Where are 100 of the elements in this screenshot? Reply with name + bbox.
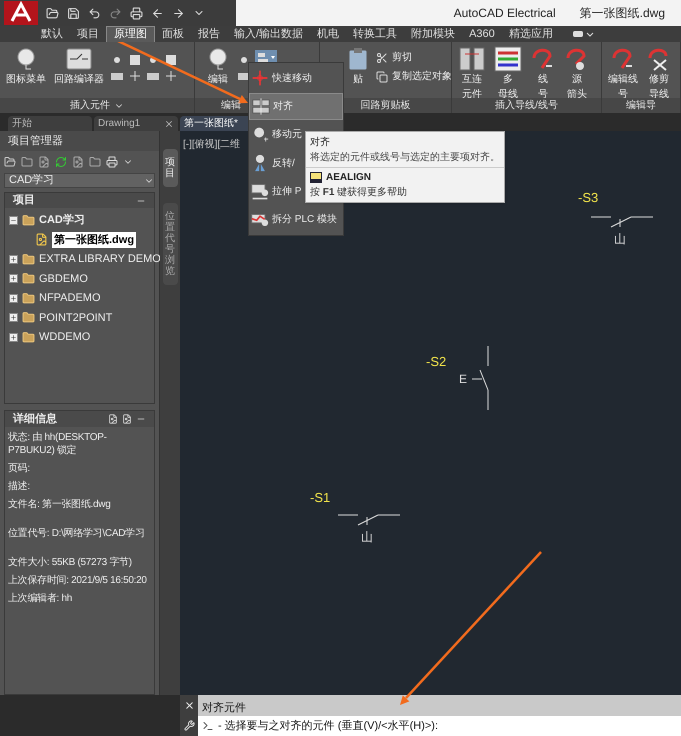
ribbon-tab[interactable]: 原理图	[106, 26, 155, 42]
tooltip-title: 对齐	[310, 136, 331, 149]
small-tool-icon[interactable]	[164, 54, 178, 66]
folder-icon	[22, 311, 35, 324]
drawing-file-icon	[35, 233, 48, 246]
menu-item[interactable]: 对齐	[249, 93, 343, 120]
tree-item[interactable]: WDDEMO	[39, 329, 90, 346]
align-icon	[252, 98, 270, 116]
close-icon[interactable]	[184, 700, 194, 711]
copy-icon	[376, 70, 388, 82]
print-icon[interactable]	[106, 156, 118, 168]
panel-title: 回路剪贴板	[360, 98, 410, 113]
component-tag: -S3	[578, 188, 598, 208]
detail-text: 状态: 由 hh(DESKTOP-P7BUKU2) 锁定	[8, 431, 108, 457]
ribbon-tab[interactable]: 附加模块	[404, 26, 462, 42]
terminals-icon	[458, 46, 486, 72]
tree-item[interactable]: CAD学习	[39, 212, 85, 228]
small-tool-icon[interactable]	[146, 70, 160, 82]
tree-item[interactable]: NFPADEMO	[39, 290, 101, 306]
project-select[interactable]: CAD学习	[4, 173, 155, 188]
ribbon-tab[interactable]: 默认	[34, 26, 70, 42]
refresh-icon[interactable]	[55, 156, 67, 168]
document-name: 第一张图纸.dwg	[580, 5, 665, 22]
ribbon-button[interactable]: 互连 元件	[456, 46, 488, 98]
ribbon-button[interactable]: 多 母线	[492, 46, 524, 98]
folder-icon[interactable]	[89, 156, 101, 168]
menu-item[interactable]: 拆分 PLC 模块	[249, 206, 343, 234]
document-tab[interactable]: 开始	[8, 116, 92, 131]
preview-icon[interactable]	[122, 414, 132, 424]
expander-icon[interactable]	[9, 216, 18, 225]
cut-icon	[376, 52, 388, 64]
expander-icon[interactable]	[9, 294, 18, 303]
ribbon-tab[interactable]: 项目	[70, 26, 106, 42]
close-icon[interactable]	[164, 118, 174, 128]
side-tab[interactable]: 项目	[162, 149, 178, 187]
small-tool-icon[interactable]	[128, 70, 142, 82]
ribbon-tab[interactable]: 精选应用	[502, 26, 560, 42]
viewport-label[interactable]: [-][俯视][二维	[183, 137, 240, 152]
expander-icon[interactable]	[9, 332, 18, 342]
panel-title: 编辑导	[626, 98, 656, 113]
detail-text: 文件大小: 55KB (57273 字节)	[8, 556, 133, 569]
ribbon-button[interactable]: 编辑	[203, 46, 233, 98]
undo-icon[interactable]	[88, 6, 101, 20]
move-arrows-icon	[251, 69, 269, 88]
expander-icon[interactable]	[9, 274, 18, 284]
section-header: 详细信息	[13, 412, 57, 427]
ribbon-button[interactable]: 贴	[344, 46, 372, 98]
settings-icon[interactable]	[184, 720, 194, 732]
small-tool-icon[interactable]	[110, 70, 124, 82]
open-project-icon[interactable]	[4, 156, 16, 168]
folder-icon	[22, 252, 35, 266]
app-logo-icon[interactable]	[4, 1, 38, 25]
file-icon[interactable]	[38, 156, 50, 168]
folder-icon[interactable]	[21, 156, 33, 168]
ribbon-tab[interactable]: A360	[462, 26, 502, 42]
ribbon-tab[interactable]: 面板	[155, 26, 191, 42]
tree-item[interactable]: 第一张图纸.dwg	[52, 232, 136, 248]
prompt-icon	[202, 720, 214, 732]
folder-icon	[22, 272, 35, 286]
ribbon-button[interactable]: 图标菜单	[4, 46, 48, 98]
menu-item[interactable]: 快速移动	[249, 65, 343, 92]
panel-title: 插入元件	[70, 98, 110, 113]
small-tool-icon[interactable]	[164, 70, 178, 82]
ribbon-tab[interactable]: 报告	[191, 26, 227, 42]
small-tool-icon[interactable]	[128, 54, 142, 66]
stretch-icon	[251, 182, 269, 201]
tree-item[interactable]: EXTRA LIBRARY DEMO	[39, 251, 161, 268]
folder-icon	[22, 330, 35, 344]
detail-text: 描述:	[8, 480, 31, 493]
side-tab[interactable]: 位置代号浏览	[162, 203, 178, 285]
detail-text: 页码:	[8, 462, 31, 475]
tree-item[interactable]: POINT2POINT	[39, 310, 112, 326]
file-icon[interactable]	[72, 156, 84, 168]
document-tab[interactable]: Drawing1	[94, 116, 178, 131]
help-text: 按 F1 键获得更多帮助	[310, 186, 408, 199]
back-icon[interactable]	[151, 6, 164, 20]
detail-text: 上次保存时间: 2021/9/5 16:50:20	[8, 574, 148, 587]
open-icon[interactable]	[46, 6, 59, 20]
component-tag: -S1	[310, 488, 330, 508]
tree-item[interactable]: GBDEMO	[39, 270, 88, 287]
toggle-ribbon-icon[interactable]	[572, 29, 594, 39]
ribbon-small-button[interactable]: 剪切	[392, 50, 412, 65]
print-icon[interactable]	[130, 6, 143, 20]
ribbon-tab[interactable]: 转换工具	[346, 26, 404, 42]
ribbon-tab[interactable]: 输入/输出数据	[227, 26, 310, 42]
command-input[interactable]: - 选择要与之对齐的元件 (垂直(V)/<水平(H)>):	[198, 716, 681, 736]
circuit-icon	[65, 46, 93, 72]
bus-icon	[494, 46, 522, 72]
ribbon-button[interactable]: 线 号	[528, 46, 558, 98]
ribbon-tab[interactable]: 机电	[310, 26, 346, 42]
ribbon-button[interactable]: 修剪 导线	[644, 46, 674, 98]
save-icon[interactable]	[67, 6, 80, 20]
ribbon-button[interactable]: 编辑线 号	[606, 46, 640, 98]
forward-icon[interactable]	[172, 6, 185, 20]
redo-icon[interactable]	[109, 6, 122, 20]
tooltip-description: 将选定的元件或线号与选定的主要项对齐。	[310, 151, 500, 164]
expander-icon[interactable]	[9, 313, 18, 322]
ribbon-button[interactable]: 源 箭头	[562, 46, 592, 98]
ribbon-button[interactable]: 回路编译器	[52, 46, 106, 98]
expander-icon[interactable]	[9, 254, 18, 264]
